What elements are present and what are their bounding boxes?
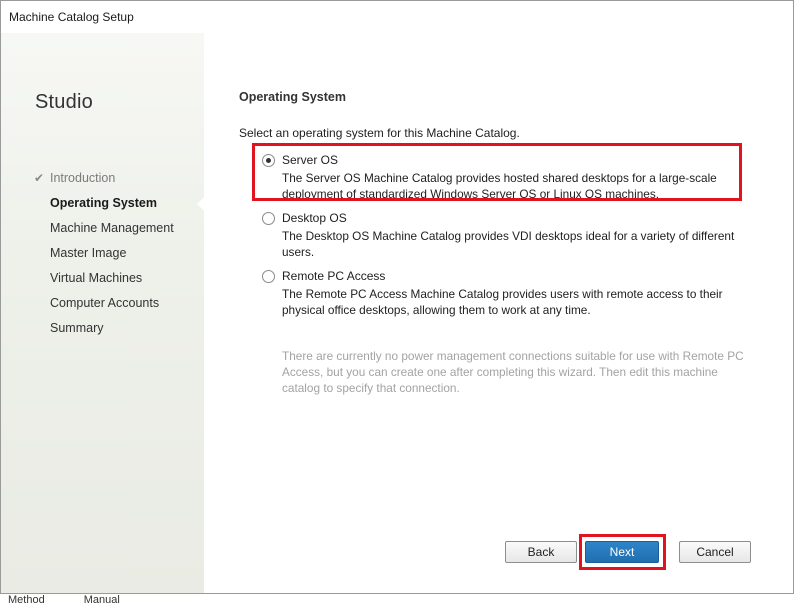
page-title: Operating System [239,90,346,104]
checkmark-icon: ✔ [34,171,45,185]
step-machine-management: Machine Management [1,216,204,241]
instruction-text: Select an operating system for this Mach… [239,126,520,140]
studio-brand: Studio [35,91,93,113]
option-description: The Desktop OS Machine Catalog provides … [282,229,735,259]
step-label: Summary [50,321,104,335]
option-label[interactable]: Remote PC Access [282,269,385,283]
cancel-button[interactable]: Cancel [679,541,751,563]
back-button[interactable]: Back [505,541,577,563]
background-label-manual: Manual [83,594,120,606]
background-text: Method Manual [8,594,156,606]
option-description: The Remote PC Access Machine Catalog pro… [282,287,723,317]
wizard-steps: ✔ Introduction Operating System Machine … [1,166,205,341]
step-operating-system: Operating System [1,191,205,216]
step-label: Machine Management [50,221,174,235]
machine-catalog-setup-window: Machine Catalog Setup Studio ✔ Introduct… [0,0,794,594]
power-management-note: There are currently no power management … [282,349,744,395]
step-label: Operating System [50,196,157,210]
step-label: Virtual Machines [50,271,143,285]
background-label-method: Method [8,594,45,606]
step-label: Master Image [50,246,127,260]
remote-pc-access-radio[interactable] [262,270,275,283]
step-computer-accounts: Computer Accounts [1,291,204,316]
next-button-highlight-box [579,534,666,570]
window-title: Machine Catalog Setup [9,10,134,24]
option-label[interactable]: Desktop OS [282,211,347,225]
step-label: Computer Accounts [50,296,160,310]
step-introduction[interactable]: ✔ Introduction [1,166,204,191]
step-summary: Summary [1,316,204,341]
title-bar: Machine Catalog Setup [1,1,793,33]
step-virtual-machines: Virtual Machines [1,266,204,291]
wizard-content: Operating System Select an operating sys… [204,33,793,593]
step-label: Introduction [50,171,116,185]
wizard-sidebar: Studio ✔ Introduction Operating System M… [1,33,205,593]
step-master-image: Master Image [1,241,204,266]
desktop-os-radio[interactable] [262,212,275,225]
server-os-highlight-box [252,143,742,201]
